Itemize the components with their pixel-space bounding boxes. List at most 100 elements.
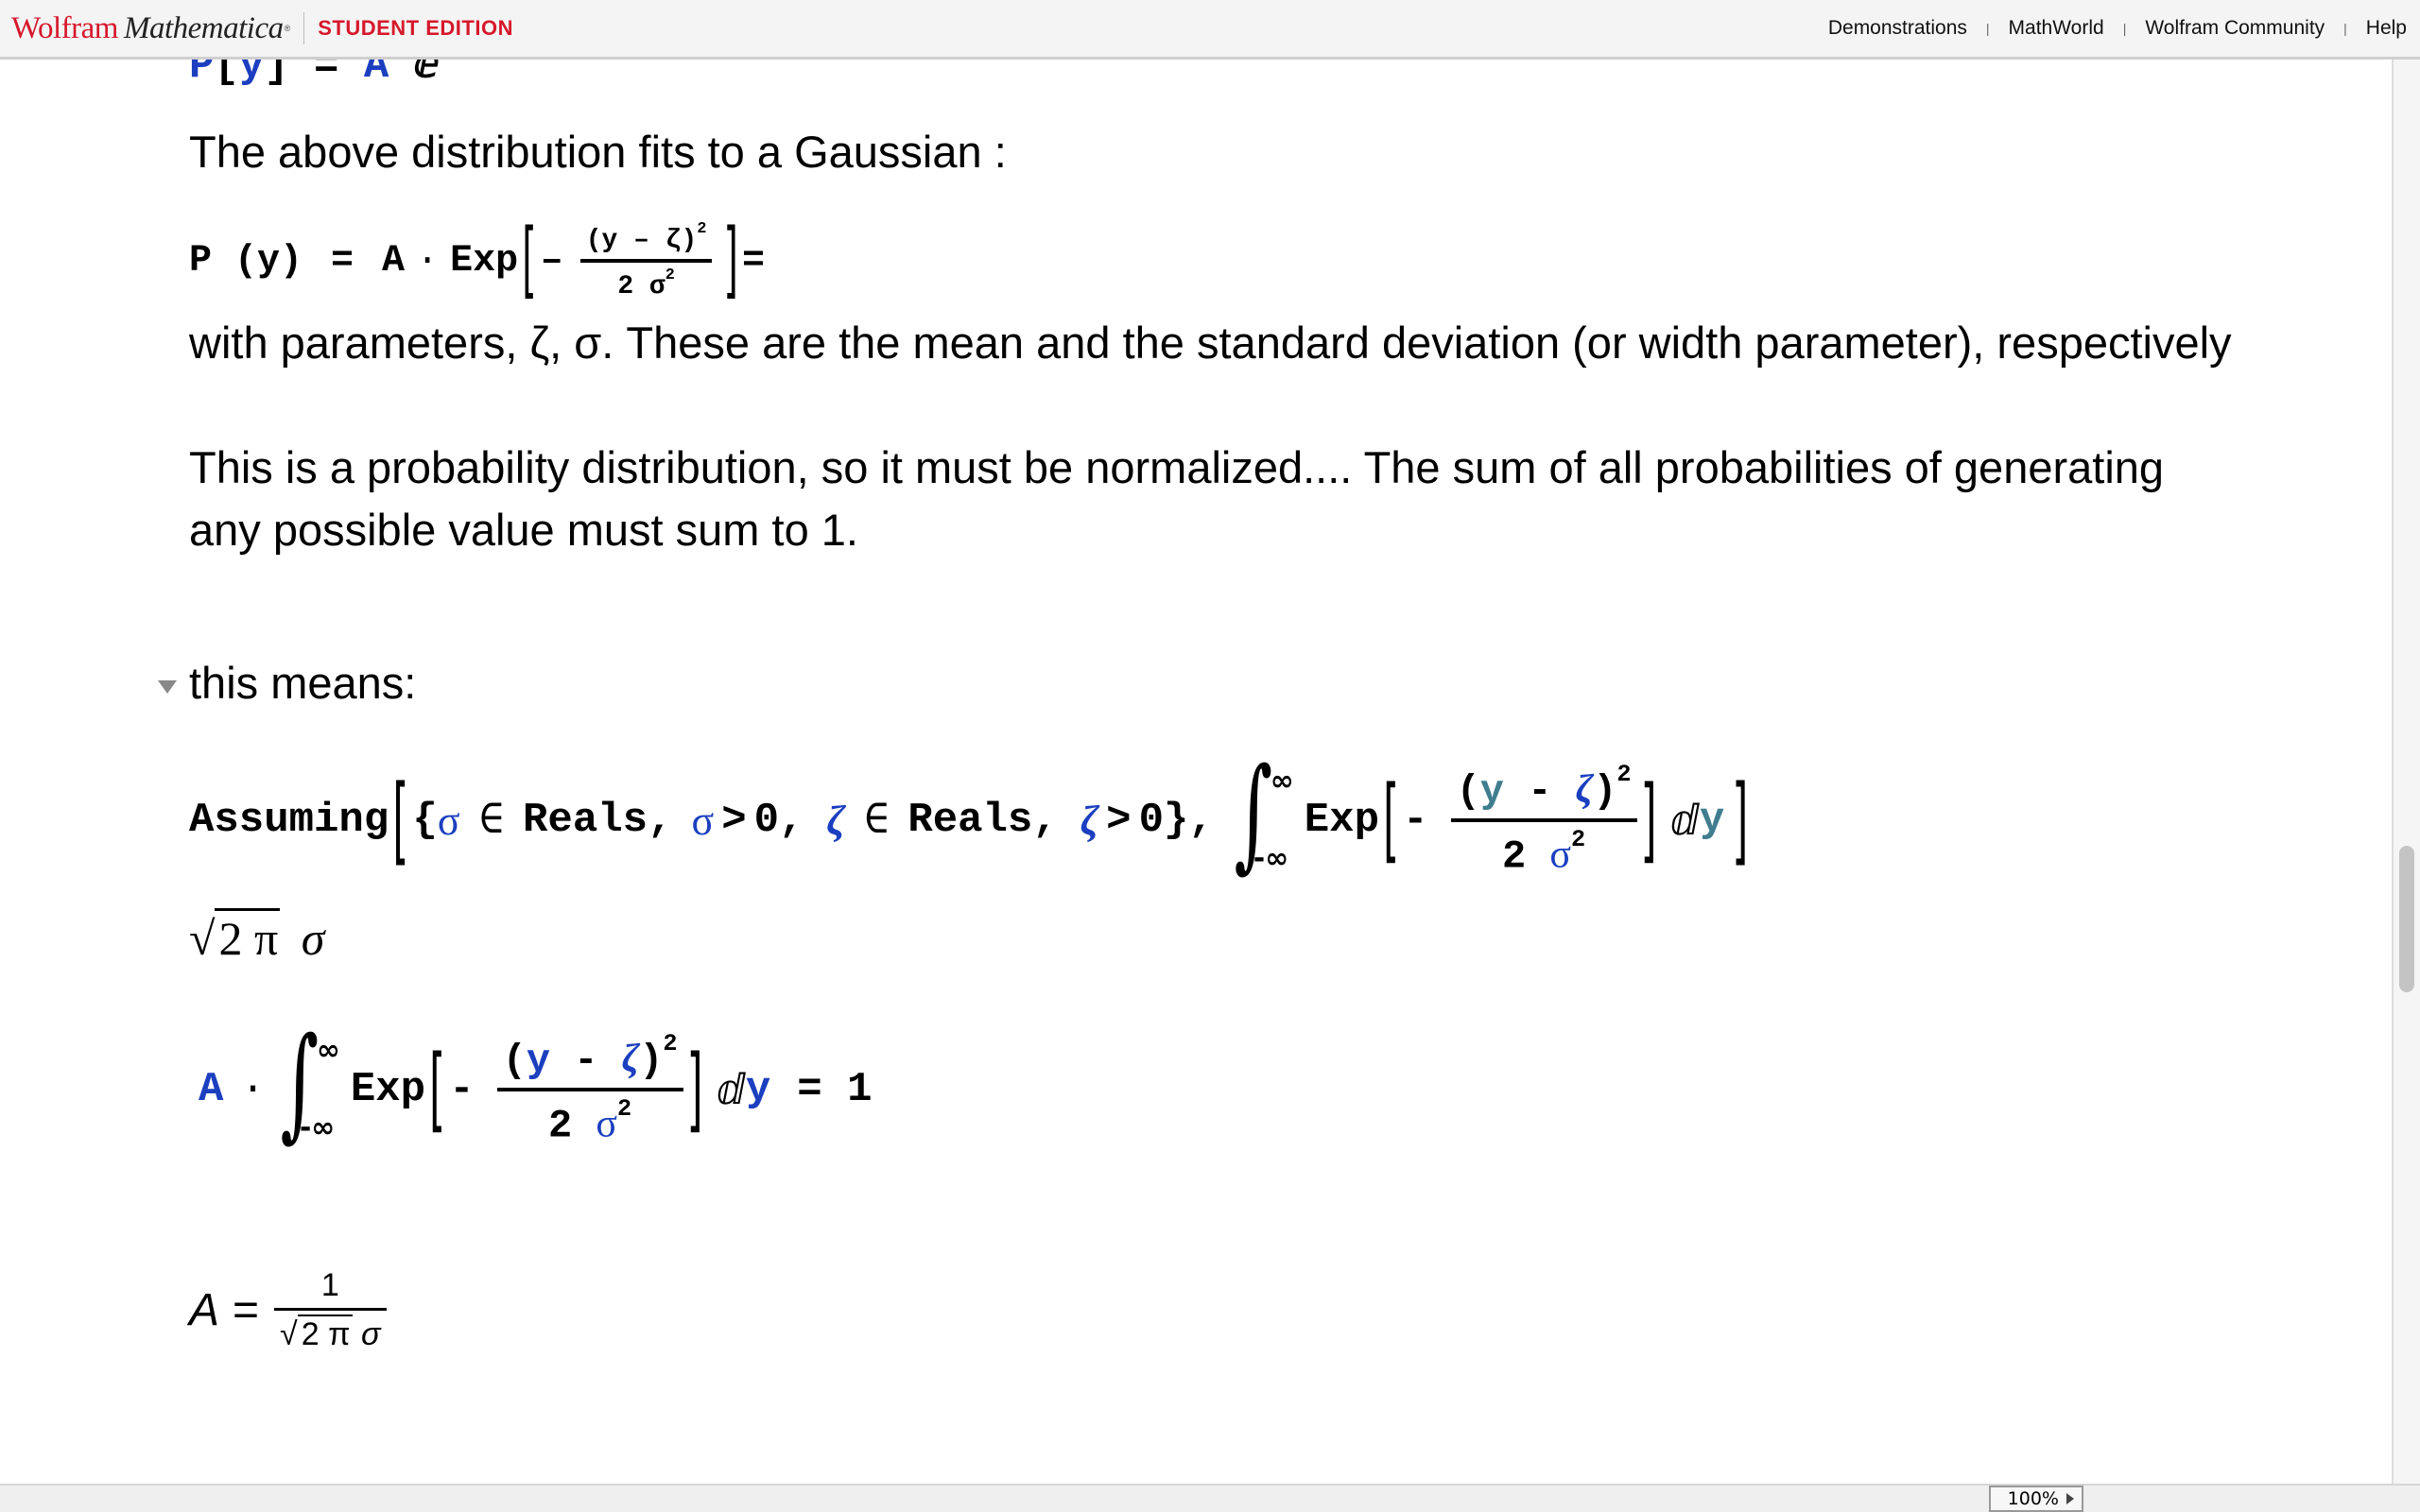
vertical-scrollbar[interactable] xyxy=(2392,60,2420,1484)
two: 2 xyxy=(547,1103,573,1149)
differential-d: ⅆ xyxy=(716,1065,746,1114)
two: 2 xyxy=(1501,833,1527,880)
radicand: 2 π xyxy=(215,908,281,966)
fraction-denominator: 2 σ2 xyxy=(543,1095,637,1149)
exponential-e: ⅇ xyxy=(413,60,440,90)
minus-sign: - xyxy=(1403,797,1428,844)
student-edition-label: STUDENT EDITION xyxy=(318,16,513,40)
exp-function: Exp xyxy=(350,1066,426,1113)
normalization-equation[interactable]: A · ∫ ∞ -∞ Exp [ - (y - ζ)2 2 σ2 ] ⅆy = … xyxy=(199,1021,873,1151)
fraction-bar xyxy=(274,1308,387,1311)
left-bracket: [ xyxy=(522,213,537,309)
symbol-zeta: ζ xyxy=(1575,768,1594,812)
link-wolfram-community[interactable]: Wolfram Community xyxy=(2145,17,2325,40)
fraction: (y – ζ)2 2 σ2 xyxy=(579,220,713,302)
equals-sign: = xyxy=(314,60,339,90)
symbol-A: A xyxy=(189,1285,220,1335)
assuming-input-cell[interactable]: Assuming [ { σ ∈ Reals, σ > 0, ζ ∈ Reals… xyxy=(189,751,1752,882)
notebook-document[interactable]: P[y] = A ⅇ The above distribution fits t… xyxy=(0,60,2392,1484)
result-cell[interactable]: A = 1 √ 2 π σ xyxy=(189,1267,387,1353)
trademark-mark: ® xyxy=(284,24,291,33)
greater-than: > xyxy=(721,797,747,844)
minus-sign: - xyxy=(1528,769,1552,815)
equals-sign: = xyxy=(331,239,354,283)
symbol-y: y xyxy=(745,1066,771,1113)
right-bracket: ] xyxy=(686,1036,703,1143)
assuming-function: Assuming xyxy=(189,797,389,844)
fraction-denominator: 2 σ2 xyxy=(1496,826,1591,880)
link-help[interactable]: Help xyxy=(2366,17,2407,40)
text-cell-normalize-line1[interactable]: This is a probability distribution, so i… xyxy=(189,441,2164,493)
left-bracket: [ xyxy=(429,1036,446,1143)
symbol-sigma: σ xyxy=(596,1102,618,1146)
symbol-zeta: ζ xyxy=(621,1038,640,1081)
output-cell-sqrt[interactable]: √2 π σ xyxy=(189,908,324,966)
exponent: 2 xyxy=(697,220,707,238)
gaussian-formula[interactable]: P (y) = A · Exp [ – (y – ζ)2 2 σ2 ] = xyxy=(189,214,765,309)
times-dot: · xyxy=(416,239,440,283)
symbol-A: A xyxy=(199,1066,224,1113)
fraction-bar xyxy=(1450,818,1637,822)
link-mathworld[interactable]: MathWorld xyxy=(2009,17,2104,40)
exponent: 2 xyxy=(1616,761,1632,789)
symbol-P: P xyxy=(189,60,215,90)
radicand-text: 2 π xyxy=(215,908,281,966)
fraction: (y - ζ)2 2 σ2 xyxy=(1450,761,1637,880)
symbol-sigma: σ xyxy=(361,1316,381,1352)
numerator-text: (y – ζ) xyxy=(585,226,698,256)
integral-upper-limit: ∞ xyxy=(316,1034,340,1067)
link-separator: | xyxy=(1985,21,1990,36)
wolfram-mathematica-logo[interactable]: Wolfram Mathematica ® STUDENT EDITION xyxy=(11,8,513,49)
input-cell-partial[interactable]: P[y] = A ⅇ xyxy=(189,60,440,90)
radicand-text: 2 π xyxy=(297,1314,353,1353)
bracket: ] xyxy=(264,60,289,90)
symbol-sigma: σ xyxy=(437,797,460,844)
times-dot: · xyxy=(240,1066,266,1113)
integral: ∫ ∞ -∞ xyxy=(275,1021,351,1151)
exponent: 2 xyxy=(665,266,675,285)
fraction-bar xyxy=(579,259,713,264)
link-demonstrations[interactable]: Demonstrations xyxy=(1828,17,1967,40)
differential-d: ⅆ xyxy=(1669,796,1700,845)
minus-sign: - xyxy=(449,1066,475,1113)
minus-sign: – xyxy=(540,239,563,283)
symbol-sigma: σ xyxy=(301,912,325,965)
comma: , xyxy=(779,797,804,844)
text-cell-normalize-line2[interactable]: any possible value must sum to 1. xyxy=(189,504,858,556)
section-collapse-triangle-icon[interactable] xyxy=(158,680,177,694)
integral-lower-limit: -∞ xyxy=(299,1111,336,1144)
text-cell-gaussian-intro[interactable]: The above distribution fits to a Gaussia… xyxy=(189,126,1007,178)
scrollbar-thumb[interactable] xyxy=(2399,846,2414,992)
comma: , xyxy=(648,797,673,844)
comma: , xyxy=(1032,797,1058,844)
close-brace: }, xyxy=(1163,797,1214,844)
top-links: Demonstrations | MathWorld | Wolfram Com… xyxy=(1828,0,2407,57)
symbol-A: A xyxy=(382,239,406,283)
text-cell-parameters[interactable]: with parameters, ζ, σ. These are the mea… xyxy=(189,317,2232,369)
right-bracket: ] xyxy=(1640,766,1657,874)
greater-than: > xyxy=(1106,797,1132,844)
symbol-zeta: ζ xyxy=(826,797,845,844)
symbol-y: y xyxy=(1479,769,1505,815)
app-header: Wolfram Mathematica ® STUDENT EDITION De… xyxy=(0,0,2420,60)
denominator-text: 2 σ xyxy=(617,272,666,302)
fraction-numerator: (y - ζ)2 xyxy=(502,1030,678,1084)
section-heading[interactable]: this means: xyxy=(189,657,416,709)
link-separator: | xyxy=(2343,21,2347,36)
zoom-menu[interactable]: 100% xyxy=(1989,1486,2083,1512)
exponent: 2 xyxy=(617,1095,632,1123)
sqrt-icon: √ xyxy=(189,912,216,965)
symbol-sigma: σ xyxy=(691,797,715,844)
exp-function: Exp xyxy=(450,239,519,283)
sqrt-icon: √ xyxy=(280,1316,298,1352)
element-of: ∈ xyxy=(863,799,890,846)
open-brace: { xyxy=(412,797,438,844)
equals-sign: = xyxy=(233,1285,260,1335)
symbol-zeta: ζ xyxy=(1080,797,1099,844)
zero: 0 xyxy=(1138,797,1164,844)
symbol-sigma: σ xyxy=(1549,833,1572,877)
integral-upper-limit: ∞ xyxy=(1270,765,1294,798)
brand-wolfram: Wolfram xyxy=(11,10,118,45)
equals-one: = 1 xyxy=(797,1066,873,1113)
fraction-numerator: 1 xyxy=(320,1267,339,1303)
